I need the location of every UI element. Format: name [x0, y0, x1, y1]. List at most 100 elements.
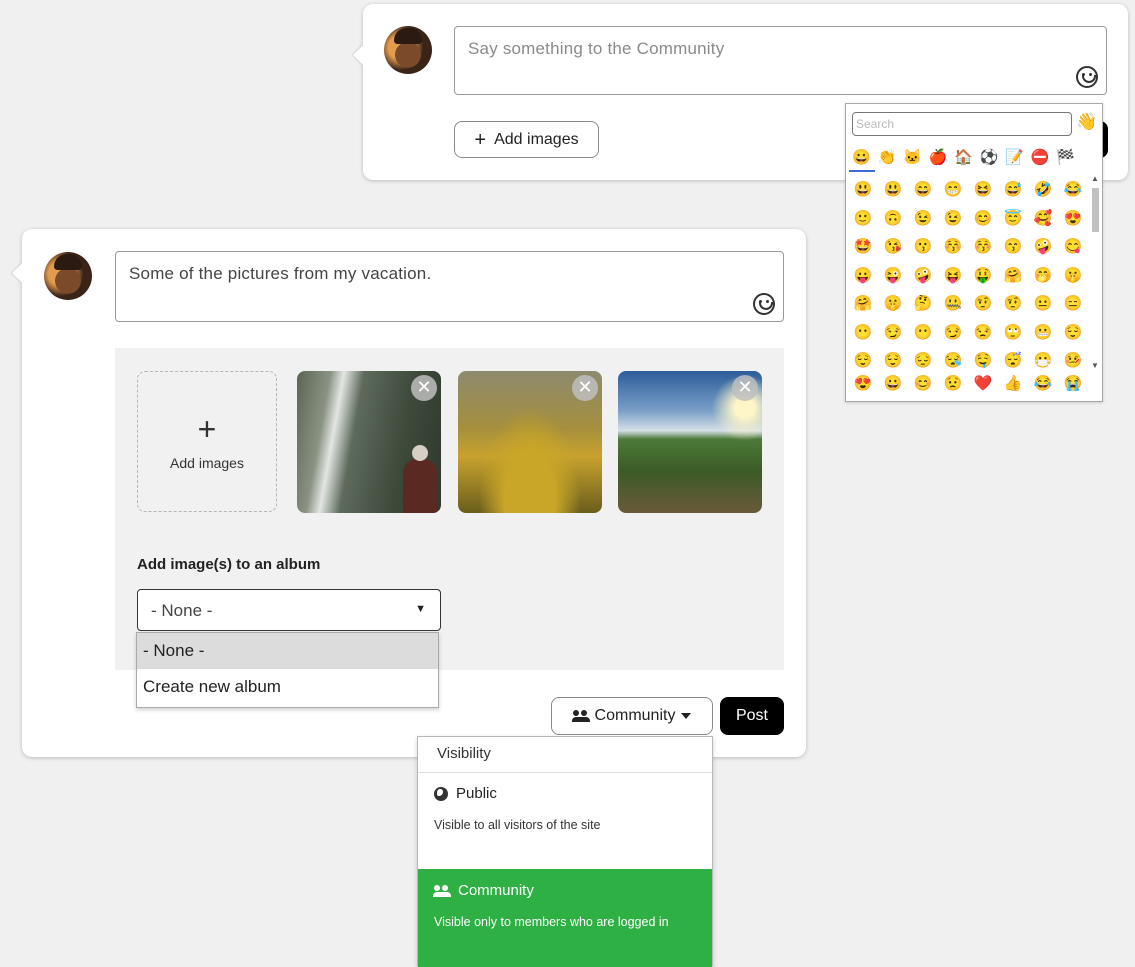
emoji-item[interactable]: 😆 [968, 176, 998, 205]
emoji-item[interactable]: 😝 [938, 262, 968, 291]
emoji-item[interactable]: 🤑 [968, 262, 998, 291]
emoji-item[interactable]: 😃 [848, 176, 878, 205]
emoji-category-food-icon[interactable]: 🍎 [926, 146, 952, 172]
album-select[interactable]: - None - ▼ [137, 589, 441, 631]
emoji-icon[interactable] [753, 293, 775, 315]
emoji-category-smileys-icon[interactable]: 😀 [849, 146, 875, 172]
emoji-item[interactable]: 😚 [938, 233, 968, 262]
emoji-item[interactable]: 🥰 [1028, 205, 1058, 234]
emoji-item[interactable]: 🤫 [1058, 262, 1088, 291]
visibility-option-description: Visible to all visitors of the site [434, 818, 601, 832]
remove-image-icon[interactable]: ✕ [411, 375, 437, 401]
emoji-item[interactable]: 😋 [1058, 233, 1088, 262]
visibility-menu: Visibility Public Visible to all visitor… [417, 736, 713, 967]
recent-emoji-item[interactable]: 😊 [908, 370, 938, 398]
emoji-item[interactable]: 🤩 [848, 233, 878, 262]
emoji-item[interactable]: 😊 [968, 205, 998, 234]
emoji-item[interactable]: 🙂 [848, 205, 878, 234]
emoji-item[interactable]: 🤪 [908, 262, 938, 291]
emoji-item[interactable]: 🤪 [1028, 233, 1058, 262]
remove-image-icon[interactable]: ✕ [732, 375, 758, 401]
scroll-down-icon[interactable]: ▼ [1091, 361, 1099, 370]
emoji-category-travel-icon[interactable]: 🏠 [951, 146, 977, 172]
emoji-item[interactable]: 😏 [938, 319, 968, 348]
emoji-category-tabs: 😀 👏 🐱 🍎 🏠 ⚽ 📝 ⛔ 🏁 [849, 146, 1099, 172]
emoji-item[interactable]: 🤫 [878, 290, 908, 319]
emoji-item[interactable]: 🙄 [998, 319, 1028, 348]
emoji-scrollbar[interactable]: ▲ ▼ [1090, 174, 1100, 370]
emoji-item[interactable]: 😬 [1028, 319, 1058, 348]
album-option[interactable]: Create new album [137, 669, 438, 705]
emoji-item[interactable]: 🤨 [968, 290, 998, 319]
recent-emoji-item[interactable]: 😍 [848, 370, 878, 398]
emoji-item[interactable]: 😁 [938, 176, 968, 205]
emoji-item[interactable]: 🤭 [1028, 262, 1058, 291]
image-upload-area: + Add images ✕ ✕ ✕ Add image(s) to an al… [115, 348, 784, 670]
emoji-category-flags-icon[interactable]: 🏁 [1053, 146, 1079, 172]
visibility-option-public[interactable]: Public Visible to all visitors of the si… [418, 785, 712, 832]
emoji-category-animals-icon[interactable]: 🐱 [900, 146, 926, 172]
scroll-up-icon[interactable]: ▲ [1091, 174, 1099, 183]
skin-tone-icon[interactable]: 👋 [1076, 112, 1097, 132]
add-images-tile[interactable]: + Add images [137, 371, 277, 512]
top-add-images-label: Add images [494, 130, 579, 148]
emoji-item[interactable]: 😅 [998, 176, 1028, 205]
album-option[interactable]: - None - [137, 633, 438, 669]
emoji-item[interactable]: 😄 [908, 176, 938, 205]
remove-image-icon[interactable]: ✕ [572, 375, 598, 401]
top-post-placeholder: Say something to the Community [468, 39, 725, 58]
emoji-item[interactable]: 😙 [998, 233, 1028, 262]
emoji-item[interactable]: 😶 [908, 319, 938, 348]
main-post-text: Some of the pictures from my vacation. [129, 264, 432, 283]
emoji-item[interactable]: 🤗 [848, 290, 878, 319]
emoji-item[interactable]: 😉 [908, 205, 938, 234]
emoji-item[interactable]: 😂 [1058, 176, 1088, 205]
emoji-category-symbols-icon[interactable]: ⛔ [1028, 146, 1054, 172]
recent-emoji-item[interactable]: 😂 [1028, 370, 1058, 398]
top-post-input[interactable]: Say something to the Community [454, 26, 1107, 95]
post-button[interactable]: Post [720, 697, 784, 735]
visibility-option-community[interactable]: Community Visible only to members who ar… [418, 869, 712, 967]
main-post-input[interactable]: Some of the pictures from my vacation. [115, 251, 784, 322]
emoji-category-people-icon[interactable]: 👏 [875, 146, 901, 172]
emoji-item[interactable]: 😇 [998, 205, 1028, 234]
avatar [384, 26, 432, 74]
recent-emoji-item[interactable]: 😟 [938, 370, 968, 398]
visibility-button-label: Community [594, 707, 676, 724]
emoji-item[interactable]: 😘 [878, 233, 908, 262]
emoji-search-input[interactable]: Search [852, 112, 1072, 136]
select-caret-icon: ▼ [415, 603, 426, 615]
emoji-item[interactable]: 🤗 [998, 262, 1028, 291]
emoji-item[interactable]: 😒 [968, 319, 998, 348]
emoji-item[interactable]: 🙃 [878, 205, 908, 234]
recent-emoji-item[interactable]: ❤️ [968, 370, 998, 398]
recent-emoji-item[interactable]: 😀 [878, 370, 908, 398]
recent-emoji-item[interactable]: 👍 [998, 370, 1028, 398]
emoji-item[interactable]: 😍 [1058, 205, 1088, 234]
emoji-category-activities-icon[interactable]: ⚽ [977, 146, 1003, 172]
visibility-button[interactable]: Community [551, 697, 713, 735]
emoji-item[interactable]: 😏 [878, 319, 908, 348]
emoji-category-objects-icon[interactable]: 📝 [1002, 146, 1028, 172]
image-thumbnail: ✕ [297, 371, 441, 513]
emoji-item[interactable]: 😛 [848, 262, 878, 291]
scroll-thumb[interactable] [1092, 188, 1099, 232]
emoji-icon[interactable] [1076, 66, 1098, 88]
emoji-recent-row: 😍 😀 😊 😟 ❤️ 👍 😂 😭 [848, 370, 1088, 398]
emoji-item[interactable]: 🤣 [1028, 176, 1058, 205]
emoji-item[interactable]: 😗 [908, 233, 938, 262]
emoji-item[interactable]: 🤔 [908, 290, 938, 319]
emoji-item[interactable]: 😜 [878, 262, 908, 291]
emoji-item[interactable]: 😶 [848, 319, 878, 348]
emoji-item[interactable]: 😑 [1058, 290, 1088, 319]
emoji-item[interactable]: 😌 [1058, 319, 1088, 348]
emoji-item[interactable]: 🤐 [938, 290, 968, 319]
emoji-item[interactable]: 😐 [1028, 290, 1058, 319]
emoji-item[interactable]: 🤨 [998, 290, 1028, 319]
emoji-item[interactable]: 😉 [938, 205, 968, 234]
visibility-option-title: Community [458, 882, 534, 899]
emoji-item[interactable]: 😃 [878, 176, 908, 205]
top-add-images-button[interactable]: + Add images [454, 121, 599, 158]
emoji-item[interactable]: 😚 [968, 233, 998, 262]
recent-emoji-item[interactable]: 😭 [1058, 370, 1088, 398]
